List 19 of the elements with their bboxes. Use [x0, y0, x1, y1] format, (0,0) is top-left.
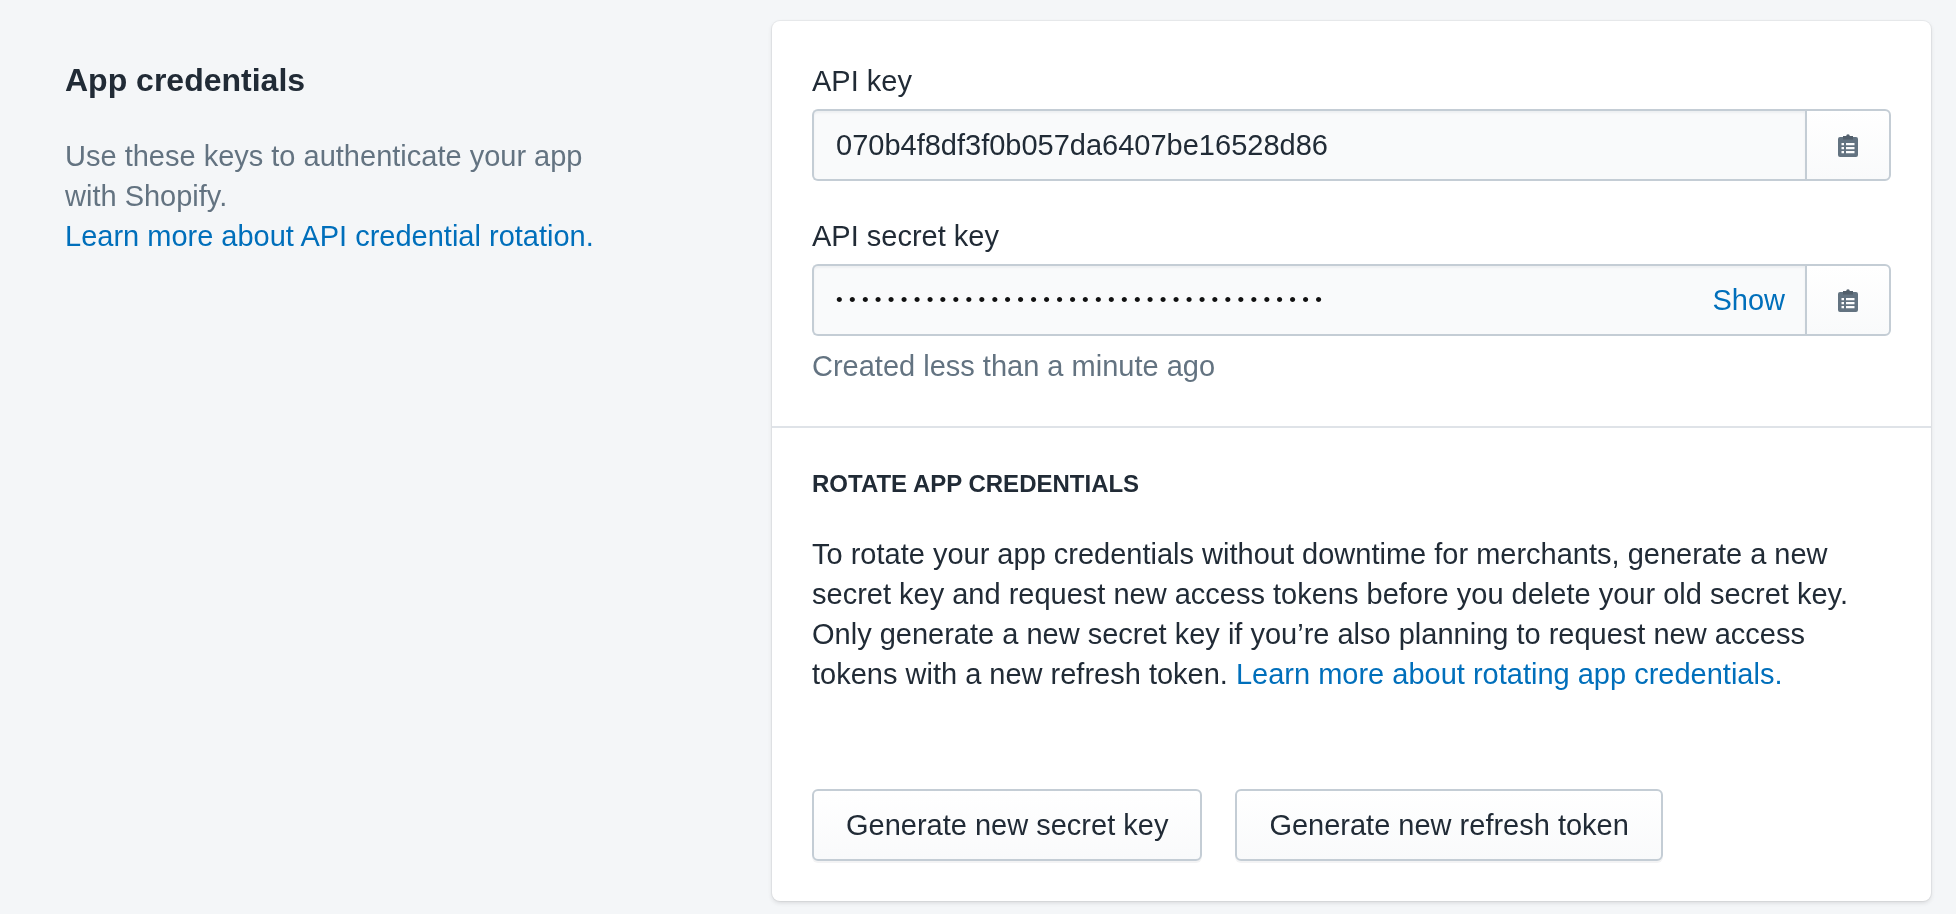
subsection-title: ROTATE APP CREDENTIALS — [812, 469, 1141, 499]
api-key-field[interactable]: 070b4f8df3f0b057da6407be16528d86 — [812, 109, 1805, 181]
field-label: API secret key — [812, 219, 1000, 254]
clipboard-icon — [1838, 133, 1858, 157]
learn-more-link[interactable]: Learn more about API credential rotation. — [65, 220, 594, 252]
generate-button[interactable]: Generate new secret key — [812, 789, 1203, 861]
section-title: App credentials — [65, 61, 307, 100]
secret-key-field[interactable]: •••••••••••••••••••••••••••••••••••••• Show — [812, 264, 1805, 336]
field-label: API key — [812, 64, 913, 99]
rotation-description: To rotate your app credentials without downtime for merchants, generate a new secret key and request new access tokens before you delete your old secret key. Only generate a new secret key if you’re also planning to request new access tokens with a new refresh token. Learn more about rotating app credentials. — [812, 537, 1849, 692]
learn-more-link[interactable]: Learn more about rotating app credentials. — [1235, 658, 1783, 690]
masked-value: •••••••••••••••••••••••••••••••••••••• — [836, 289, 1330, 311]
section-description: Use these keys to authenticate your app with Shopify. Learn more about API credential rotation. — [65, 139, 595, 254]
help-text: Created less than a minute ago — [812, 349, 1217, 384]
copy-button[interactable] — [1805, 109, 1891, 181]
clipboard-icon — [1838, 288, 1858, 312]
show-button[interactable]: Show — [1712, 283, 1785, 317]
copy-button[interactable] — [1805, 264, 1891, 336]
generate-button[interactable]: Generate new refresh token — [1235, 789, 1663, 861]
